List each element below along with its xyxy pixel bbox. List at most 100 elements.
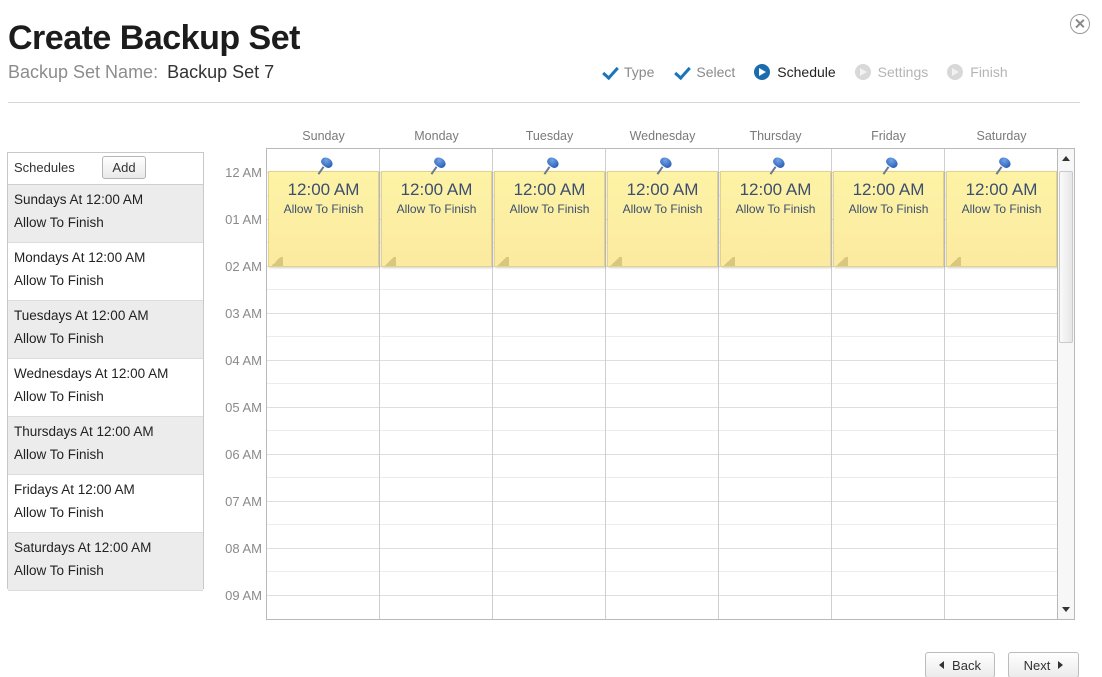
hour-gridline: [267, 501, 1057, 502]
time-label: 07 AM: [225, 494, 262, 509]
schedule-item-when: Wednesdays At 12:00 AM: [14, 366, 169, 381]
half-hour-gridline: [267, 336, 1057, 337]
schedule-event-monday[interactable]: 12:00 AM Allow To Finish: [381, 155, 492, 267]
time-label: 09 AM: [225, 588, 262, 603]
pushpin-icon: [769, 155, 787, 176]
time-label: 01 AM: [225, 212, 262, 227]
close-icon[interactable]: [1070, 14, 1090, 34]
event-label: Allow To Finish: [396, 202, 477, 216]
schedule-item[interactable]: Fridays At 12:00 AM Allow To Finish: [8, 475, 203, 533]
schedule-item-when: Sundays At 12:00 AM: [14, 192, 144, 207]
schedule-event-thursday[interactable]: 12:00 AM Allow To Finish: [720, 155, 831, 267]
scroll-up-arrow-icon[interactable]: [1062, 156, 1070, 161]
schedule-item-when: Thursdays At 12:00 AM: [14, 424, 154, 439]
time-label: 05 AM: [225, 400, 262, 415]
event-label: Allow To Finish: [509, 202, 590, 216]
day-header: Monday: [414, 129, 459, 143]
chevron-left-icon: [939, 661, 945, 669]
schedule-event-friday[interactable]: 12:00 AM Allow To Finish: [833, 155, 944, 267]
backup-set-name-value: Backup Set 7: [167, 62, 275, 82]
schedule-item-mode: Allow To Finish: [14, 331, 104, 346]
step-label: Type: [624, 64, 655, 80]
schedules-title: Schedules: [14, 160, 75, 175]
header-divider: [8, 102, 1080, 103]
schedules-header: Schedules Add: [8, 153, 203, 185]
half-hour-gridline: [267, 477, 1057, 478]
schedule-item-mode: Allow To Finish: [14, 215, 104, 230]
schedule-event-tuesday[interactable]: 12:00 AM Allow To Finish: [494, 155, 605, 267]
step-label: Schedule: [777, 64, 836, 80]
next-button-label: Next: [1023, 657, 1051, 673]
schedule-item-mode: Allow To Finish: [14, 447, 104, 462]
pending-step-arrow-icon: [854, 64, 871, 80]
scroll-down-arrow-icon[interactable]: [1062, 607, 1070, 612]
schedule-event-wednesday[interactable]: 12:00 AM Allow To Finish: [607, 155, 718, 267]
schedule-item[interactable]: Sundays At 12:00 AM Allow To Finish: [8, 185, 203, 243]
day-header: Tuesday: [525, 129, 574, 143]
schedule-event-sunday[interactable]: 12:00 AM Allow To Finish: [268, 155, 379, 267]
half-hour-gridline: [267, 289, 1057, 290]
step-type[interactable]: Type: [601, 64, 654, 80]
event-label: Allow To Finish: [283, 202, 364, 216]
current-step-arrow-icon: [754, 64, 771, 80]
schedules-panel: Schedules Add Sundays At 12:00 AM Allow …: [7, 152, 204, 591]
step-schedule[interactable]: Schedule: [754, 64, 836, 80]
day-gridline: [605, 149, 606, 619]
hour-gridline: [267, 595, 1057, 596]
add-schedule-button[interactable]: Add: [102, 156, 146, 179]
schedule-item[interactable]: Thursdays At 12:00 AM Allow To Finish: [8, 417, 203, 475]
time-label: 06 AM: [225, 447, 262, 462]
step-settings: Settings: [854, 64, 929, 80]
schedule-item[interactable]: Wednesdays At 12:00 AM Allow To Finish: [8, 359, 203, 417]
checkmark-icon: [673, 64, 689, 80]
schedule-item-mode: Allow To Finish: [14, 389, 104, 404]
schedule-item[interactable]: Tuesdays At 12:00 AM Allow To Finish: [8, 301, 203, 359]
event-label: Allow To Finish: [961, 202, 1042, 216]
pushpin-icon: [882, 155, 900, 176]
backup-set-name-label: Backup Set Name:: [8, 62, 159, 82]
day-gridline: [379, 149, 380, 619]
event-time: 12:00 AM: [287, 180, 360, 199]
step-label: Settings: [877, 64, 929, 80]
step-select[interactable]: Select: [673, 64, 735, 80]
hour-gridline: [267, 313, 1057, 314]
time-label: 12 AM: [225, 165, 262, 180]
event-time: 12:00 AM: [852, 180, 925, 199]
pushpin-icon: [317, 155, 335, 176]
time-label: 03 AM: [225, 306, 262, 321]
backup-set-name: Backup Set Name: Backup Set 7: [8, 62, 274, 83]
day-gridline: [492, 149, 493, 619]
day-header: Wednesday: [629, 129, 696, 143]
checkmark-icon: [601, 64, 617, 80]
event-time: 12:00 AM: [400, 180, 473, 199]
day-gridline: [831, 149, 832, 619]
schedule-item-when: Mondays At 12:00 AM: [14, 250, 146, 265]
pushpin-icon: [656, 155, 674, 176]
back-button[interactable]: Back: [925, 652, 995, 677]
day-gridline: [718, 149, 719, 619]
schedule-item-mode: Allow To Finish: [14, 273, 104, 288]
pushpin-icon: [995, 155, 1013, 176]
pending-step-arrow-icon: [947, 64, 964, 80]
event-time: 12:00 AM: [513, 180, 586, 199]
schedule-item-when: Tuesdays At 12:00 AM: [14, 308, 149, 323]
schedule-item[interactable]: Mondays At 12:00 AM Allow To Finish: [8, 243, 203, 301]
schedule-event-saturday[interactable]: 12:00 AM Allow To Finish: [946, 155, 1057, 267]
hour-gridline: [267, 407, 1057, 408]
schedule-item-mode: Allow To Finish: [14, 563, 104, 578]
calendar-grid[interactable]: 12:00 AM Allow To Finish 12:00 AM Allow …: [266, 148, 1058, 620]
next-button[interactable]: Next: [1008, 652, 1079, 677]
pushpin-icon: [543, 155, 561, 176]
event-time: 12:00 AM: [739, 180, 812, 199]
schedule-item[interactable]: Saturdays At 12:00 AM Allow To Finish: [8, 533, 203, 591]
scrollbar-thumb[interactable]: [1059, 171, 1073, 343]
event-label: Allow To Finish: [622, 202, 703, 216]
step-label: Select: [696, 64, 736, 80]
pushpin-icon: [430, 155, 448, 176]
step-finish: Finish: [947, 64, 1008, 80]
calendar-vertical-scrollbar[interactable]: [1058, 148, 1075, 620]
step-label: Finish: [970, 64, 1008, 80]
half-hour-gridline: [267, 571, 1057, 572]
hour-gridline: [267, 548, 1057, 549]
event-time: 12:00 AM: [965, 180, 1038, 199]
